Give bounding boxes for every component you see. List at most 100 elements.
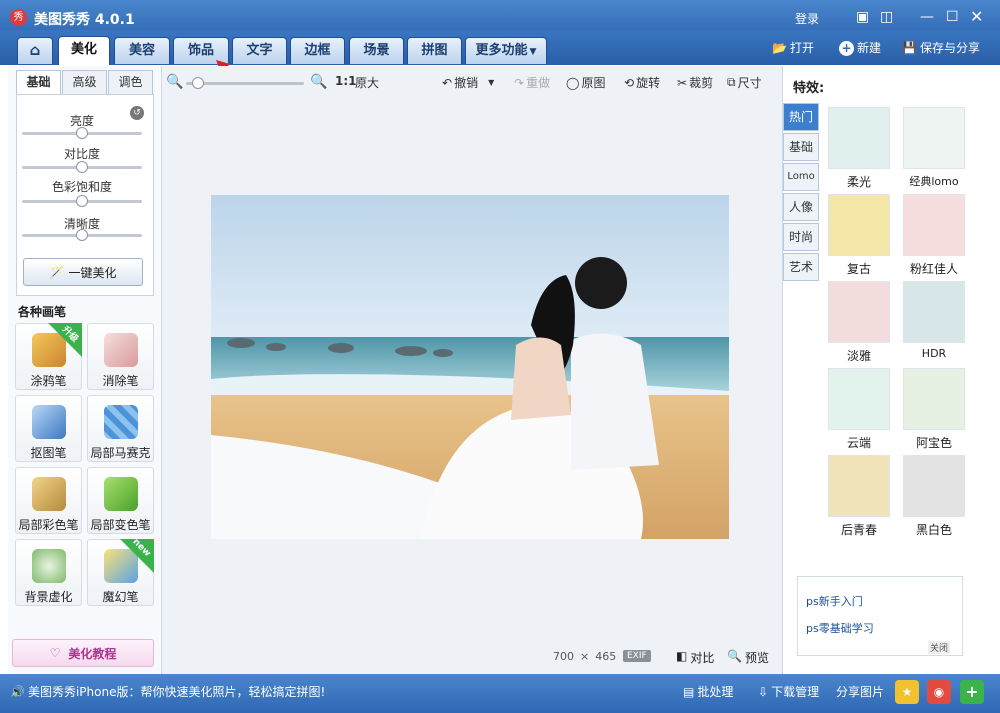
- preview-label: 预览: [744, 651, 769, 665]
- exif-button[interactable]: EXIF: [623, 650, 651, 662]
- undo-button[interactable]: ↶ 撤销 ▼: [442, 74, 494, 91]
- tab-collage[interactable]: 拼图: [407, 37, 462, 64]
- save-share-button[interactable]: 💾 保存与分享: [902, 40, 980, 56]
- original-size-button[interactable]: 原大: [355, 74, 379, 91]
- redo-button[interactable]: ↷ 重做: [514, 74, 550, 91]
- weibo-icon[interactable]: ◉: [927, 680, 951, 704]
- home-tab[interactable]: ⌂: [17, 37, 53, 64]
- rotate-icon: ⟲: [624, 75, 635, 90]
- zoom-out-icon[interactable]: 🔍: [166, 74, 183, 90]
- vtab-fashion[interactable]: 时尚: [783, 223, 819, 251]
- brush-label: 局部彩色笔: [18, 518, 79, 532]
- crop-label: 裁剪: [689, 76, 714, 90]
- subtab-basic[interactable]: 基础: [16, 70, 61, 94]
- slider-sharpness[interactable]: [22, 229, 142, 241]
- scissors-icon: ✂: [677, 75, 688, 90]
- slider-knob[interactable]: [76, 229, 88, 241]
- effect-label: 复古: [846, 262, 871, 276]
- photo-canvas[interactable]: [211, 195, 729, 539]
- add-icon[interactable]: +: [960, 680, 984, 704]
- blur-icon: [31, 549, 66, 583]
- resize-button[interactable]: ⧉ 尺寸: [727, 74, 762, 91]
- slider-knob[interactable]: [76, 195, 88, 207]
- brush-cutout[interactable]: 抠图笔: [15, 395, 82, 462]
- new-button[interactable]: + 新建: [839, 40, 881, 56]
- slider-contrast[interactable]: [22, 161, 142, 173]
- close-icon[interactable]: ✕: [970, 9, 983, 25]
- tab-frame[interactable]: 边框: [290, 37, 345, 64]
- promo-text[interactable]: 🔊 美图秀秀iPhone版：帮你快速美化照片，轻松搞定拼图!: [10, 683, 325, 700]
- batch-icon: ▤: [683, 684, 695, 699]
- subtab-advanced[interactable]: 高级: [62, 70, 107, 94]
- app-logo-icon: 秀: [10, 9, 27, 26]
- undo-dropdown-icon[interactable]: ▼: [488, 78, 494, 87]
- effect-label: 云端: [846, 436, 871, 450]
- compare-button[interactable]: ◧ 对比: [676, 649, 714, 666]
- original-image-button[interactable]: ◯ 原图: [566, 74, 605, 91]
- star-icon[interactable]: ★: [895, 680, 919, 704]
- ad-link-2[interactable]: ps零基础学习: [806, 620, 874, 636]
- brush-local-recolor[interactable]: 局部变色笔: [87, 467, 154, 534]
- effect-label: 柔光: [846, 175, 871, 189]
- effect-soft-light[interactable]: 柔光: [826, 107, 892, 190]
- tab-more[interactable]: 更多功能 ▼: [465, 37, 547, 64]
- zoom-in-icon[interactable]: 🔍: [310, 74, 327, 90]
- brush-mosaic[interactable]: 局部马赛克: [87, 395, 154, 462]
- effect-abao[interactable]: 阿宝色: [901, 368, 967, 451]
- effect-label: 后青春: [840, 523, 877, 537]
- zoom-knob[interactable]: [191, 77, 204, 89]
- feedback-icon[interactable]: ▣: [856, 9, 869, 25]
- zoom-slider[interactable]: [186, 77, 304, 89]
- slider-brightness[interactable]: [22, 127, 142, 139]
- effect-black-white[interactable]: 黑白色: [901, 455, 967, 538]
- vtab-hot[interactable]: 热门: [783, 103, 819, 131]
- image-size-info: 700 × 465: [553, 650, 616, 663]
- crop-button[interactable]: ✂ 裁剪: [677, 74, 713, 91]
- effect-hdr[interactable]: HDR: [901, 281, 967, 360]
- tab-scene[interactable]: 场景: [349, 37, 404, 64]
- tutorial-button[interactable]: ♡ 美化教程: [12, 639, 154, 667]
- open-button[interactable]: 📂 打开: [772, 40, 814, 56]
- effect-pink-lady[interactable]: 粉红佳人: [901, 194, 967, 277]
- batch-button[interactable]: ▤ 批处理: [683, 683, 733, 700]
- subtab-color[interactable]: 调色: [108, 70, 153, 94]
- slider-knob[interactable]: [76, 127, 88, 139]
- new-label: 新建: [857, 41, 882, 55]
- brush-local-color[interactable]: 局部彩色笔: [15, 467, 82, 534]
- effect-elegant[interactable]: 淡雅: [826, 281, 892, 364]
- actual-size-label: 1:1: [335, 74, 357, 88]
- rotate-button[interactable]: ⟲ 旋转: [624, 74, 660, 91]
- effect-post-youth[interactable]: 后青春: [826, 455, 892, 538]
- vtab-portrait[interactable]: 人像: [783, 193, 819, 221]
- vtab-art[interactable]: 艺术: [783, 253, 819, 281]
- effect-classic-lomo[interactable]: 经典lomo: [901, 107, 967, 189]
- brush-graffiti[interactable]: 升级 涂鸦笔: [15, 323, 82, 390]
- actual-size-button[interactable]: 1:1: [335, 74, 357, 88]
- ad-link-1[interactable]: ps新手入门: [806, 593, 863, 609]
- one-click-beautify-button[interactable]: 🪄 一键美化: [23, 258, 143, 286]
- compare-icon: ◧: [676, 649, 688, 663]
- effect-vintage[interactable]: 复古: [826, 194, 892, 277]
- skin-icon[interactable]: ◫: [880, 9, 893, 25]
- brush-eraser[interactable]: 消除笔: [87, 323, 154, 390]
- login-link[interactable]: 登录: [795, 10, 819, 27]
- slider-knob[interactable]: [76, 161, 88, 173]
- preview-button[interactable]: 🔍 预览: [727, 649, 769, 666]
- vtab-basic[interactable]: 基础: [783, 133, 819, 161]
- download-manager-button[interactable]: ⇩ 下载管理: [758, 683, 819, 700]
- chevron-down-icon: ▼: [529, 47, 537, 57]
- effect-label: HDR: [921, 347, 947, 360]
- ad-close-button[interactable]: 关闭: [928, 641, 951, 654]
- slider-saturation[interactable]: [22, 195, 142, 207]
- brush-bg-blur[interactable]: 背景虚化: [15, 539, 82, 606]
- brush-magic[interactable]: new 魔幻笔: [87, 537, 154, 606]
- minimize-icon[interactable]: —: [920, 9, 934, 25]
- effect-cloud[interactable]: 云端: [826, 368, 892, 451]
- share-image-button[interactable]: 分享图片: [836, 683, 884, 700]
- tab-beautify[interactable]: 美化: [58, 36, 110, 65]
- maximize-icon[interactable]: ☐: [946, 9, 959, 25]
- tab-beauty[interactable]: 美容: [114, 37, 170, 64]
- effect-label: 粉红佳人: [909, 262, 958, 276]
- slider-contrast-label: 对比度: [63, 147, 100, 161]
- vtab-lomo[interactable]: Lomo: [783, 163, 819, 191]
